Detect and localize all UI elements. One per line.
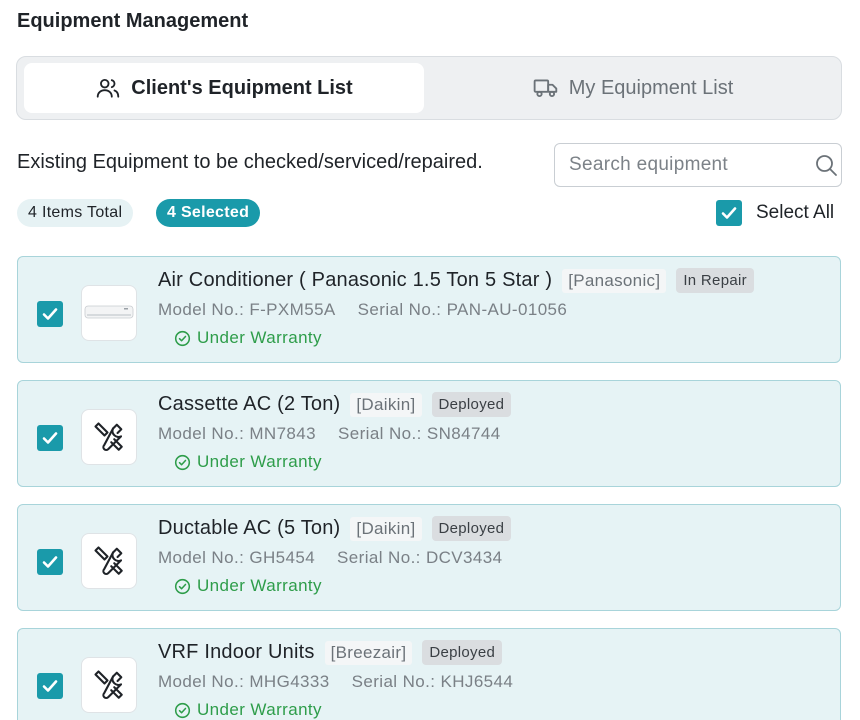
tab-clients-equipment[interactable]: Client's Equipment List [24,63,424,113]
checkmark-icon [42,556,58,568]
items-total-badge: 4 Items Total [17,199,134,227]
warranty-status: Under Warranty [174,328,322,348]
equipment-thumbnail [81,657,137,713]
checkmark-icon [721,207,737,219]
model-number: Model No.: MHG4333 [158,672,330,691]
tools-icon [94,546,123,576]
search-input[interactable] [569,154,814,176]
equipment-thumbnail [81,533,137,589]
page-title: Equipment Management [17,10,249,32]
equipment-name: Air Conditioner ( Panasonic 1.5 Ton 5 St… [158,269,553,291]
status-badge: In Repair [676,268,754,293]
model-number: Model No.: F-PXM55A [158,300,336,319]
model-number: Model No.: MN7843 [158,424,316,443]
serial-number: Serial No.: PAN-AU-01056 [357,300,568,319]
checkmark-icon [42,308,58,320]
serial-number: Serial No.: SN84744 [338,424,501,443]
equipment-card[interactable]: VRF Indoor Units [Breezair] Deployed Mod… [17,628,841,720]
equipment-card[interactable]: Ductable AC (5 Ton) [Daikin] Deployed Mo… [17,504,841,611]
checkmark-icon [42,680,58,692]
truck-icon [533,75,559,101]
status-badge: Deployed [422,640,503,665]
tools-icon [94,670,123,700]
tab-my-equipment[interactable]: My Equipment List [429,63,837,113]
equipment-tabs: Client's Equipment List My Equipment Lis… [16,56,842,120]
check-circle-icon [174,454,191,471]
equipment-name: Ductable AC (5 Ton) [158,517,341,539]
tab-label: My Equipment List [568,76,734,99]
tab-label: Client's Equipment List [131,76,353,99]
section-description: Existing Equipment to be checked/service… [17,151,483,173]
ac-unit-image [84,305,134,319]
equipment-brand: [Panasonic] [562,268,667,293]
warranty-status: Under Warranty [174,576,322,596]
item-checkbox[interactable] [37,301,63,327]
equipment-brand: [Daikin] [350,392,422,417]
equipment-thumbnail [81,409,137,465]
status-badge: Deployed [431,392,512,417]
status-badge: Deployed [431,516,512,541]
serial-number: Serial No.: DCV3434 [337,548,503,567]
warranty-status: Under Warranty [174,700,322,720]
item-checkbox[interactable] [37,549,63,575]
equipment-brand: [Breezair] [324,640,413,665]
equipment-card[interactable]: Cassette AC (2 Ton) [Daikin] Deployed Mo… [17,380,841,487]
checkmark-icon [42,432,58,444]
item-checkbox[interactable] [37,673,63,699]
equipment-brand: [Daikin] [350,516,422,541]
tools-icon [94,422,123,452]
search-icon[interactable] [814,153,838,177]
check-circle-icon [174,702,191,719]
select-all-checkbox[interactable] [716,200,742,226]
search-box [554,143,842,187]
select-all-label: Select All [756,202,835,223]
select-all-control[interactable]: Select All [716,200,834,226]
equipment-name: VRF Indoor Units [158,641,315,663]
check-circle-icon [174,578,191,595]
warranty-status: Under Warranty [174,452,322,472]
item-checkbox[interactable] [37,425,63,451]
check-circle-icon [174,330,191,347]
model-number: Model No.: GH5454 [158,548,316,567]
equipment-card[interactable]: Air Conditioner ( Panasonic 1.5 Ton 5 St… [17,256,841,363]
users-icon [95,75,121,101]
selected-count-badge: 4 Selected [156,199,261,227]
equipment-thumbnail [81,285,137,341]
equipment-name: Cassette AC (2 Ton) [158,393,341,415]
serial-number: Serial No.: KHJ6544 [351,672,514,691]
